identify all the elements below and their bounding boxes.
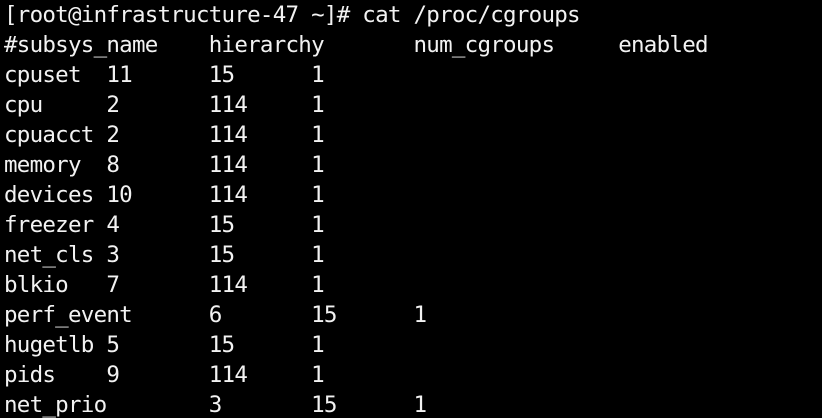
terminal-line-freezer: freezer 4 15 1 bbox=[4, 212, 325, 238]
terminal-line-memory: memory 8 114 1 bbox=[4, 152, 325, 178]
terminal-line-prompt: [root@infrastructure-47 ~]# cat /proc/cg… bbox=[4, 2, 581, 28]
terminal-line-hugetlb: hugetlb 5 15 1 bbox=[4, 332, 325, 358]
terminal-line-cpu: cpu 2 114 1 bbox=[4, 92, 325, 118]
terminal-line-blkio: blkio 7 114 1 bbox=[4, 272, 325, 298]
terminal-line-net-cls: net_cls 3 15 1 bbox=[4, 242, 325, 268]
terminal-line-header: #subsys_name hierarchy num_cgroups enabl… bbox=[4, 32, 709, 58]
terminal-line-cpuacct: cpuacct 2 114 1 bbox=[4, 122, 325, 148]
terminal-line-pids: pids 9 114 1 bbox=[4, 362, 325, 388]
terminal-line-perf-event: perf_event 6 15 1 bbox=[4, 302, 427, 328]
terminal-line-devices: devices 10 114 1 bbox=[4, 182, 325, 208]
terminal-line-cpuset: cpuset 11 15 1 bbox=[4, 62, 325, 88]
terminal-line-net-prio: net_prio 3 15 1 bbox=[4, 392, 427, 418]
terminal-window[interactable]: [root@infrastructure-47 ~]# cat /proc/cg… bbox=[0, 0, 822, 418]
